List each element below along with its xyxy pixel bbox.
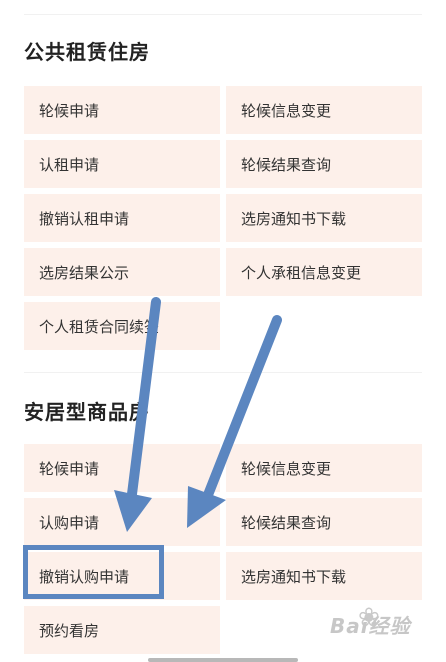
watermark: Bai经验 (330, 614, 411, 638)
affordable-purchase-apply-button[interactable]: 认购申请 (24, 498, 220, 546)
section-divider (24, 372, 422, 373)
affordable-queue-apply-button[interactable]: 轮候申请 (24, 444, 220, 492)
affordable-queue-result-query-button[interactable]: 轮候结果查询 (226, 498, 422, 546)
public-selection-notice-download-button[interactable]: 选房通知书下载 (226, 194, 422, 242)
arrow-right-icon (187, 315, 282, 528)
public-rent-apply-button[interactable]: 认租申请 (24, 140, 220, 188)
affordable-selection-notice-download-button[interactable]: 选房通知书下载 (226, 552, 422, 600)
affordable-queue-info-change-button[interactable]: 轮候信息变更 (226, 444, 422, 492)
public-tenant-info-change-button[interactable]: 个人承租信息变更 (226, 248, 422, 296)
affordable-cancel-purchase-apply-button[interactable]: 撤销认购申请 (24, 552, 220, 600)
section-title-affordable-housing: 安居型商品房 (24, 400, 150, 424)
affordable-viewing-appointment-button[interactable]: 预约看房 (24, 606, 220, 654)
public-lease-renewal-button[interactable]: 个人租赁合同续签 (24, 302, 220, 350)
public-queue-result-query-button[interactable]: 轮候结果查询 (226, 140, 422, 188)
top-divider (24, 14, 422, 15)
home-indicator[interactable] (148, 658, 298, 662)
public-cancel-rent-apply-button[interactable]: 撤销认租申请 (24, 194, 220, 242)
public-queue-info-change-button[interactable]: 轮候信息变更 (226, 86, 422, 134)
public-selection-result-button[interactable]: 选房结果公示 (24, 248, 220, 296)
public-queue-apply-button[interactable]: 轮候申请 (24, 86, 220, 134)
section-title-public-rental: 公共租赁住房 (24, 40, 150, 64)
